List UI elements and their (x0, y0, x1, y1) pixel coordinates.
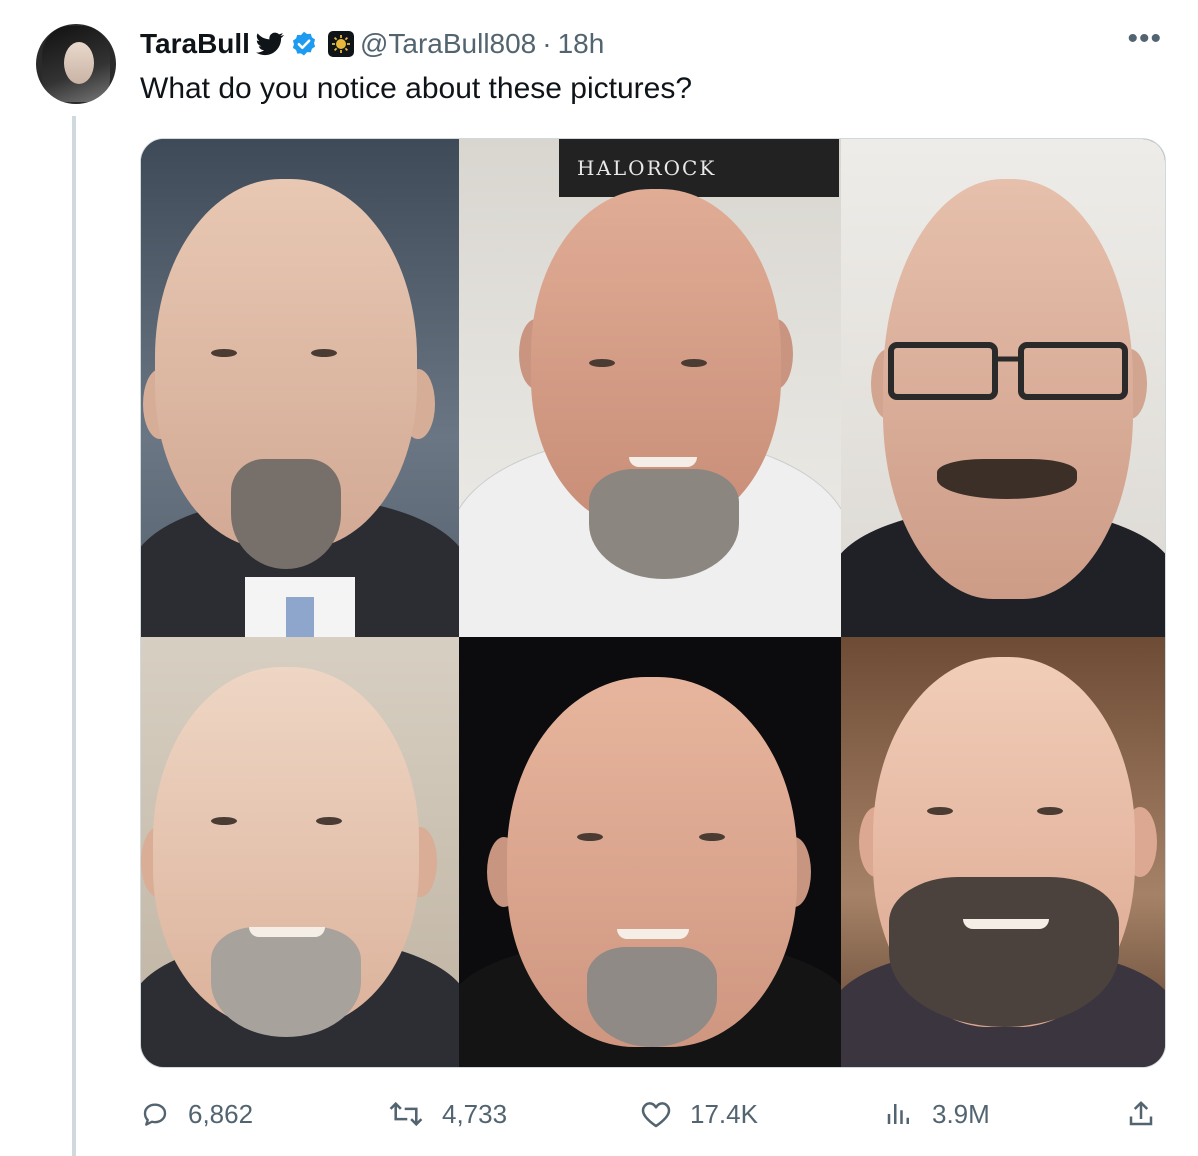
bird-icon (255, 32, 284, 56)
views-chart-icon (887, 1104, 909, 1124)
smile (249, 927, 325, 937)
eye (1037, 807, 1063, 815)
goatee (587, 947, 717, 1047)
eye (699, 833, 725, 841)
tweet[interactable]: TaraBull @TaraBull808 · 18h ••• What do … (0, 0, 1198, 1156)
view-count: 3.9M (932, 1098, 990, 1129)
smile (617, 929, 689, 939)
avatar-face (64, 42, 94, 84)
reply-count: 6,862 (188, 1098, 254, 1129)
smile (963, 919, 1049, 929)
repost-icon (389, 1101, 423, 1127)
like-count: 17.4K (690, 1098, 758, 1129)
photo-1[interactable] (141, 139, 459, 637)
mustache (937, 459, 1077, 499)
media-grid[interactable]: HALOROCK (140, 138, 1166, 1068)
share-button[interactable] (1126, 1090, 1156, 1138)
photo-4[interactable] (141, 637, 459, 1067)
eye (577, 833, 603, 841)
photo-3[interactable] (841, 139, 1165, 637)
share-icon (1129, 1101, 1153, 1126)
eye (589, 359, 615, 367)
display-name[interactable]: TaraBull (140, 28, 250, 60)
beard (889, 877, 1119, 1027)
avatar[interactable] (36, 24, 116, 104)
glasses-icon (888, 342, 1128, 400)
affiliate-badge-icon[interactable] (327, 31, 354, 57)
photo-6[interactable] (841, 637, 1165, 1067)
halorock-sign: HALOROCK (559, 139, 839, 197)
timestamp[interactable]: 18h (558, 28, 605, 60)
handle[interactable]: @TaraBull808 (360, 28, 536, 60)
goatee (231, 459, 341, 569)
eye (311, 349, 337, 357)
thread-line (72, 116, 76, 1156)
tweet-header: TaraBull @TaraBull808 · 18h (140, 24, 604, 64)
tweet-text: What do you notice about these pictures? (140, 72, 693, 105)
goatee (589, 469, 739, 579)
photo-5[interactable] (459, 637, 841, 1067)
reply-button[interactable]: 6,862 (140, 1090, 253, 1138)
heart-icon (641, 1102, 671, 1128)
eye (316, 817, 342, 825)
reply-icon (143, 1103, 167, 1126)
smile (629, 457, 697, 467)
repost-count: 4,733 (442, 1098, 508, 1129)
more-options-icon[interactable]: ••• (1127, 24, 1162, 54)
separator-dot: · (542, 28, 552, 59)
action-bar: 6,862 4,733 17.4K 3.9M (140, 1090, 1164, 1138)
beard (211, 927, 361, 1037)
eye (681, 359, 707, 367)
repost-button[interactable]: 4,733 (388, 1090, 507, 1138)
eye (211, 349, 237, 357)
photo-2[interactable]: HALOROCK (459, 139, 841, 637)
views-button[interactable]: 3.9M (884, 1090, 990, 1138)
like-button[interactable]: 17.4K (640, 1090, 758, 1138)
verified-badge-icon (290, 30, 318, 58)
eye (927, 807, 953, 815)
eye (211, 817, 237, 825)
tie (286, 597, 314, 637)
